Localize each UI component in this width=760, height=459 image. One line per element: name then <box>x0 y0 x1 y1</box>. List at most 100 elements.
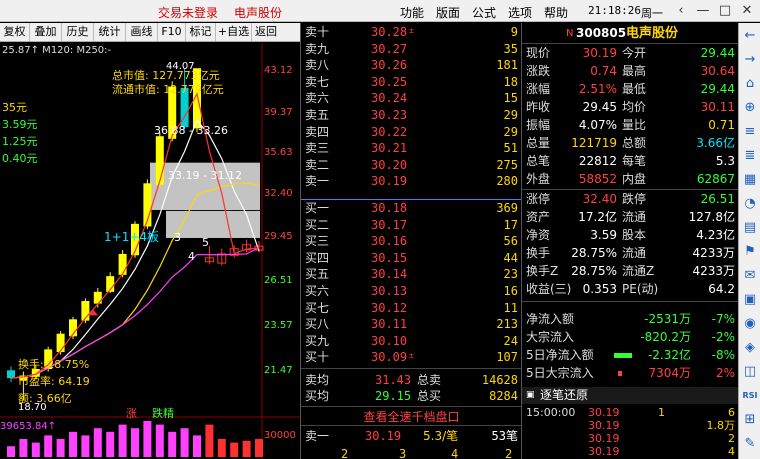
turnover-label: 换手: 28.75% <box>18 358 90 371</box>
sell-row[interactable]: 卖二 30.20 275 <box>301 158 522 172</box>
toolbar-draw-line[interactable]: 画线 <box>126 23 158 41</box>
buy-row[interactable]: 买三 30.16 56 <box>301 234 522 248</box>
menu-options[interactable]: 选项 <box>508 4 532 21</box>
tick-count: 1 <box>658 406 665 419</box>
stat-value: 127.8亿 <box>688 210 735 224</box>
trade-login-status[interactable]: 交易未登录 <box>158 4 218 21</box>
flow-percent: -2% <box>711 330 735 344</box>
toolbar-statistics[interactable]: 统计 <box>94 23 126 41</box>
buy-row[interactable]: 买十 30.09 ±107 <box>301 350 522 364</box>
close-icon[interactable]: ✕ <box>738 3 756 18</box>
flow-label: 大宗流入 <box>526 330 575 344</box>
zoom-icon[interactable]: ⊕ <box>740 97 760 119</box>
toolbar-history[interactable]: 历史 <box>62 23 94 41</box>
collapse-icon[interactable]: ▣ <box>526 387 535 404</box>
stat-label: 振幅 <box>526 118 551 132</box>
pie-icon[interactable]: ◔ <box>740 193 760 215</box>
toolbar-restore-rights[interactable]: 复权 <box>0 23 30 41</box>
stat-value: 30.64 <box>700 64 735 78</box>
restore-icon[interactable]: — <box>694 3 712 18</box>
stat-value: 0.74 <box>590 64 617 78</box>
home-icon[interactable]: ⌂ <box>740 73 760 95</box>
sell-row[interactable]: 卖十 30.28 ±9 <box>301 25 522 39</box>
flow-percent: -8% <box>711 348 735 362</box>
buy-row[interactable]: 买九 30.10 24 <box>301 334 522 348</box>
tag-down-fine[interactable]: 跌精 <box>152 405 174 421</box>
menu-function[interactable]: 功能 <box>400 4 424 21</box>
toolbar-add-watchlist[interactable]: +自选 <box>216 23 252 41</box>
buy-label: 买三 <box>305 234 330 249</box>
buy-row[interactable]: 买六 30.13 16 <box>301 284 522 298</box>
grid-icon[interactable]: ▦ <box>740 169 760 191</box>
menu-icon[interactable]: ≣ <box>740 145 760 167</box>
sell-price: 30.19 <box>371 174 408 189</box>
toolbar-overlay[interactable]: 叠加 <box>30 23 62 41</box>
tag-up[interactable]: 涨 <box>126 405 137 421</box>
sell-row[interactable]: 卖五 30.23 29 <box>301 108 522 122</box>
volume-axis-label: 30000 <box>264 430 296 441</box>
panel-icon[interactable]: ▣ <box>740 289 760 311</box>
layout-icon[interactable]: ⊞ <box>740 409 760 431</box>
volume-bar <box>56 439 65 457</box>
back-arrow-icon[interactable]: ← <box>740 25 760 47</box>
buy-row[interactable]: 买八 30.11 213 <box>301 317 522 331</box>
buy-price: 30.12 <box>371 300 408 315</box>
sell-row[interactable]: 卖六 30.24 15 <box>301 91 522 105</box>
tick-header[interactable]: ▣ 逐笔还原 <box>522 387 739 404</box>
volume-bar <box>31 442 40 457</box>
buy-row[interactable]: 买七 30.12 11 <box>301 301 522 315</box>
pen-icon[interactable]: ✎ <box>740 433 760 455</box>
stat-value: 0.353 <box>582 282 617 296</box>
menu-formula[interactable]: 公式 <box>472 4 496 21</box>
toolbar-back[interactable]: 返回 <box>252 23 280 41</box>
sell-row[interactable]: 卖九 30.27 35 <box>301 42 522 56</box>
axis-label-3: 32.40 <box>264 188 293 199</box>
stat-label: 流通Z <box>622 264 655 278</box>
rsi-icon[interactable]: RSI <box>740 385 760 407</box>
menu-layout[interactable]: 版面 <box>436 4 460 21</box>
list-icon[interactable]: ≡ <box>740 121 760 143</box>
flag-icon[interactable]: ⚑ <box>740 241 760 263</box>
axis-label-7: 21.47 <box>264 365 293 376</box>
buy-row[interactable]: 买一 30.18 369 <box>301 201 522 215</box>
volume-bar <box>118 424 127 457</box>
sell-volume: 275 <box>496 157 518 172</box>
flow-row: 大宗流入 -820.2万 -2% <box>522 329 739 346</box>
buy-row[interactable]: 买五 30.14 23 <box>301 267 522 281</box>
buy-row[interactable]: 买四 30.15 44 <box>301 251 522 265</box>
sell-row[interactable]: 卖三 30.21 51 <box>301 141 522 155</box>
toolbar-f10[interactable]: F10 <box>158 23 186 41</box>
axis-label-2: 35.63 <box>264 147 293 158</box>
sell-row[interactable]: 卖一 30.19 280 <box>301 174 522 188</box>
view-all-depth-link[interactable]: 查看全速千档盘口 <box>301 408 522 425</box>
table-icon[interactable]: ▤ <box>740 217 760 239</box>
menu-help[interactable]: 帮助 <box>544 4 568 21</box>
sell-row[interactable]: 卖四 30.22 29 <box>301 125 522 139</box>
flow-value: -2.32亿 <box>647 348 691 362</box>
stat-value: 4233万 <box>692 264 735 278</box>
sell-volume: 181 <box>496 58 518 73</box>
axis-label-5: 26.51 <box>264 275 293 286</box>
sell-row[interactable]: 卖七 30.25 18 <box>301 75 522 89</box>
forward-arrow-icon[interactable]: → <box>740 49 760 71</box>
stat-label: 总笔 <box>526 154 551 168</box>
buy-label: 买六 <box>305 284 330 298</box>
mail-icon[interactable]: ✉ <box>740 265 760 287</box>
stat-value: 17.2亿 <box>578 210 617 224</box>
minimize-icon[interactable]: ‹ <box>672 3 690 18</box>
diamond-icon[interactable]: ◈ <box>740 337 760 359</box>
buy-label: 买五 <box>305 267 330 282</box>
stat-label: 涨跌 <box>526 64 551 78</box>
window-icon[interactable]: ◫ <box>740 361 760 383</box>
toolbar-mark[interactable]: 标记 <box>186 23 216 41</box>
target-icon[interactable]: ◉ <box>740 313 760 335</box>
volume-bar <box>180 428 189 457</box>
sell-row[interactable]: 卖八 30.26 181 <box>301 58 522 72</box>
buy-row[interactable]: 买二 30.17 17 <box>301 218 522 232</box>
candle-body <box>155 136 164 185</box>
volume-bar <box>193 435 201 457</box>
maximize-icon[interactable]: □ <box>716 3 734 18</box>
volume-indicator: 39653.84↑ <box>0 421 57 432</box>
stat-value: 62867 <box>696 172 735 186</box>
kline-chart-pane[interactable]: 25.87↑ M120: M250:- 总市值: 127.773亿元 流通市值:… <box>0 43 300 459</box>
